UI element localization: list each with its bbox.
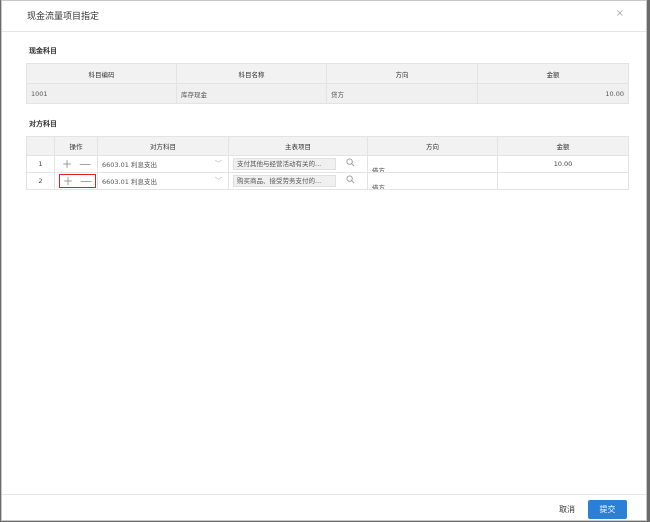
counter-table-header: 操作 对方科目 主表项目 方向 金额 [26, 136, 629, 156]
col-header-name: 科目名称 [176, 63, 327, 84]
col-header-direction: 方向 [367, 136, 498, 156]
dialog-header: 现金流量项目指定 × [2, 1, 646, 32]
main-item-cell: 购买商品、接受劳务支付的... [228, 172, 368, 190]
row-operations: + — [54, 155, 98, 173]
dialog-title: 现金流量项目指定 [27, 12, 100, 22]
counter-account-value: 6603.01 利息支出 [102, 178, 157, 186]
table-row: 1 + — 6603.01 利息支出 ﹀ 支付其他与经营活动有关的... 借方 [26, 155, 629, 173]
counter-account-select[interactable]: 6603.01 利息支出 ﹀ [97, 172, 229, 190]
direction-value: 借方 [372, 184, 385, 190]
cancel-button[interactable]: 取消 [559, 504, 575, 515]
amount-input[interactable]: 10.00 [497, 155, 629, 173]
remove-row-icon[interactable]: — [79, 158, 91, 170]
amount-input[interactable] [497, 172, 629, 190]
direction-cell: 借方 [367, 155, 498, 173]
cash-amount-cell: 10.00 [477, 83, 629, 104]
cash-flow-dialog: 现金流量项目指定 × 现金科目 科目编码 科目名称 方向 金额 1001 库存现… [1, 0, 647, 521]
cash-code-cell: 1001 [26, 83, 177, 104]
submit-button[interactable]: 提交 [588, 500, 627, 519]
direction-value: 借方 [372, 167, 385, 173]
counter-account-table: 操作 对方科目 主表项目 方向 金额 1 + — 6603.01 利息支出 ﹀ … [26, 136, 629, 190]
row-operations: + — [54, 172, 98, 190]
col-header-operation: 操作 [54, 136, 98, 156]
counter-account-select[interactable]: 6603.01 利息支出 ﹀ [97, 155, 229, 173]
chevron-down-icon[interactable]: ﹀ [215, 159, 222, 169]
cash-direction-cell: 贷方 [326, 83, 478, 104]
col-header-index [26, 136, 55, 156]
col-header-amount: 金额 [497, 136, 629, 156]
counter-section-title: 对方科目 [29, 120, 57, 128]
col-header-amount: 金额 [477, 63, 629, 84]
col-header-code: 科目编码 [26, 63, 177, 84]
row-index: 1 [26, 155, 55, 173]
chevron-down-icon[interactable]: ﹀ [215, 176, 222, 186]
table-row: 1001 库存现金 贷方 10.00 [26, 83, 629, 104]
col-header-counter-account: 对方科目 [97, 136, 229, 156]
op-group: + — [59, 157, 94, 171]
add-row-icon[interactable]: + [62, 158, 72, 170]
direction-cell: 借方 [367, 172, 498, 190]
row-index: 2 [26, 172, 55, 190]
cash-table-header: 科目编码 科目名称 方向 金额 [26, 63, 629, 84]
op-group-highlighted: + — [59, 174, 97, 188]
remove-row-icon[interactable]: — [80, 175, 92, 187]
add-row-icon[interactable]: + [63, 175, 73, 187]
cash-account-table: 科目编码 科目名称 方向 金额 1001 库存现金 贷方 10.00 [26, 63, 629, 104]
col-header-direction: 方向 [326, 63, 478, 84]
search-icon[interactable] [346, 175, 355, 184]
close-icon[interactable]: × [616, 8, 624, 19]
main-item-input[interactable]: 支付其他与经营活动有关的... [233, 158, 336, 170]
cash-section-title: 现金科目 [29, 47, 57, 55]
table-row: 2 + — 6603.01 利息支出 ﹀ 购买商品、接受劳务支付的... 借方 [26, 172, 629, 190]
cash-name-cell: 库存现金 [176, 83, 327, 104]
search-icon[interactable] [346, 158, 355, 167]
main-item-input[interactable]: 购买商品、接受劳务支付的... [233, 175, 336, 187]
col-header-main-item: 主表项目 [228, 136, 368, 156]
main-item-cell: 支付其他与经营活动有关的... [228, 155, 368, 173]
dialog-footer: 取消 提交 [2, 494, 646, 520]
counter-account-value: 6603.01 利息支出 [102, 161, 157, 169]
